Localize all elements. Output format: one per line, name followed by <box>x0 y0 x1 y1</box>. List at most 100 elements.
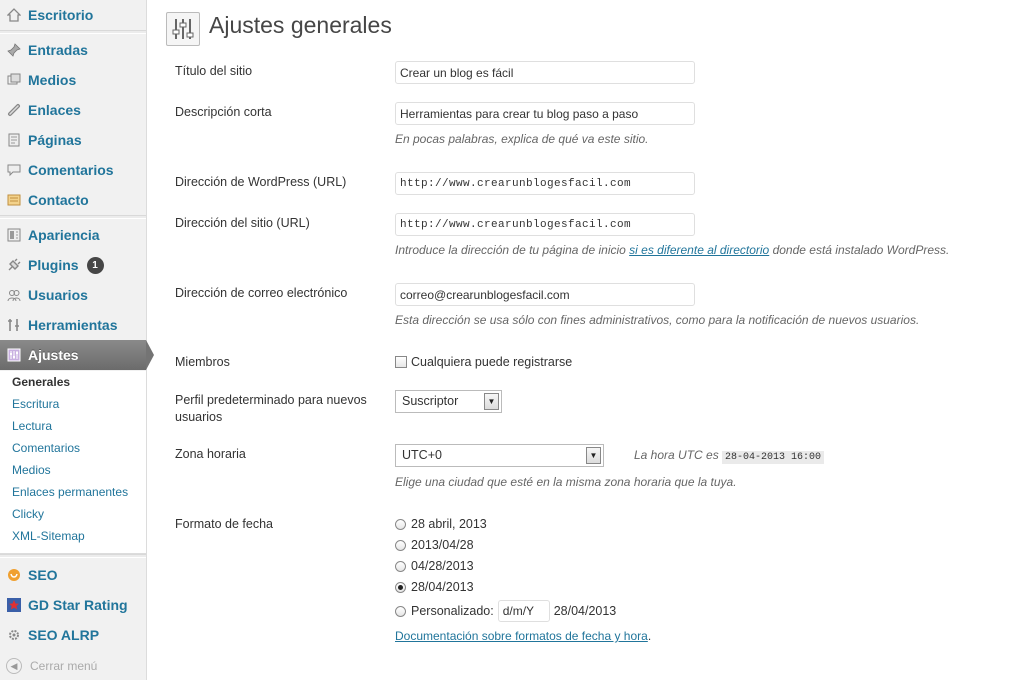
site-url-desc-text: Introduce la dirección de tu página de i… <box>395 243 630 257</box>
date-format-option-1[interactable]: 28 abril, 2013 <box>395 517 487 531</box>
anyone-can-register-checkbox[interactable] <box>395 356 407 368</box>
menu-label: Herramientas <box>28 317 118 333</box>
submenu-clicky[interactable]: Clicky <box>0 503 146 525</box>
anyone-can-register-label: Cualquiera puede registrarse <box>411 355 573 369</box>
tagline-input[interactable] <box>395 102 695 125</box>
custom-format-preview: 28/04/2013 <box>553 604 617 618</box>
seo-icon <box>6 567 22 583</box>
star-icon <box>6 597 22 613</box>
radio-button[interactable] <box>395 605 406 617</box>
menu-item-paginas[interactable]: Páginas <box>0 125 146 155</box>
menu-label: SEO <box>28 567 58 583</box>
menu-item-herramientas[interactable]: Herramientas <box>0 310 146 340</box>
default-role-value: Suscriptor <box>402 394 459 408</box>
date-format-option-label: 28/04/2013 <box>411 580 474 594</box>
menu-label: Escritorio <box>28 7 94 23</box>
date-format-option-3[interactable]: 04/28/2013 <box>395 559 474 573</box>
submenu-comentarios[interactable]: Comentarios <box>0 437 146 459</box>
menu-separator <box>0 215 146 219</box>
menu-item-enlaces[interactable]: Enlaces <box>0 95 146 125</box>
radio-button[interactable] <box>395 539 406 551</box>
site-url-input[interactable] <box>395 213 695 236</box>
gear-icon <box>6 627 22 643</box>
utc-time-label: La hora UTC es <box>634 448 719 462</box>
menu-item-seo[interactable]: SEO <box>0 560 146 590</box>
submenu-escritura[interactable]: Escritura <box>0 393 146 415</box>
menu-label: Usuarios <box>28 287 88 303</box>
menu-item-gd-star-rating[interactable]: GD Star Rating <box>0 590 146 620</box>
date-format-custom-row[interactable]: Personalizado: 28/04/2013 <box>395 600 616 622</box>
site-url-description: Introduce la dirección de tu página de i… <box>395 243 949 257</box>
menu-item-usuarios[interactable]: Usuarios <box>0 280 146 310</box>
membership-label: Miembros <box>175 355 230 369</box>
radio-button[interactable] <box>395 518 406 530</box>
menu-label: GD Star Rating <box>28 597 128 613</box>
pin-icon <box>6 42 22 58</box>
menu-item-contacto[interactable]: Contacto <box>0 185 146 215</box>
date-format-doc-link[interactable]: Documentación sobre formatos de fecha y … <box>395 629 648 643</box>
menu-item-ajustes[interactable]: Ajustes <box>0 340 154 370</box>
custom-format-label: Personalizado: <box>411 604 494 618</box>
settings-page-icon <box>166 12 200 46</box>
membership-checkbox-row[interactable]: Cualquiera puede registrarse <box>395 355 572 369</box>
menu-label: Ajustes <box>28 347 79 363</box>
radio-button-selected[interactable] <box>395 581 406 593</box>
site-url-doc-link[interactable]: si es diferente al directorio <box>629 243 769 257</box>
menu-label: Páginas <box>28 132 82 148</box>
wordpress-url-label: Dirección de WordPress (URL) <box>175 175 347 189</box>
collapse-arrow-icon: ◀ <box>6 658 22 674</box>
submenu-xml-sitemap[interactable]: XML-Sitemap <box>0 525 146 547</box>
date-format-option-4[interactable]: 28/04/2013 <box>395 580 474 594</box>
default-role-select[interactable]: Suscriptor ▼ <box>395 390 502 413</box>
menu-item-comentarios[interactable]: Comentarios <box>0 155 146 185</box>
tagline-label: Descripción corta <box>175 105 272 119</box>
menu-item-seo-alrp[interactable]: SEO ALRP <box>0 620 146 650</box>
appearance-icon <box>6 227 22 243</box>
date-format-option-2[interactable]: 2013/04/28 <box>395 538 474 552</box>
menu-label: Entradas <box>28 42 88 58</box>
utc-time-display: La hora UTC es 28-04-2013 16:00 <box>634 448 825 464</box>
submenu-enlaces-permanentes[interactable]: Enlaces permanentes <box>0 481 146 503</box>
site-url-desc-text-end: donde está instalado WordPress. <box>769 243 950 257</box>
custom-date-format-input[interactable] <box>497 600 550 622</box>
site-url-label: Dirección del sitio (URL) <box>175 216 310 230</box>
comment-icon <box>6 162 22 178</box>
wordpress-url-input[interactable] <box>395 172 695 195</box>
menu-item-medios[interactable]: Medios <box>0 65 146 95</box>
menu-item-apariencia[interactable]: Apariencia <box>0 220 146 250</box>
plugin-update-count-badge: 1 <box>86 256 104 274</box>
dropdown-arrow-icon: ▼ <box>586 447 601 464</box>
date-format-option-label: 2013/04/28 <box>411 538 474 552</box>
menu-item-escritorio[interactable]: Escritorio <box>0 0 146 30</box>
submenu-medios[interactable]: Medios <box>0 459 146 481</box>
settings-icon <box>6 347 22 363</box>
timezone-description: Elige una ciudad que esté en la misma zo… <box>395 475 737 489</box>
menu-label: Contacto <box>28 192 89 208</box>
date-format-option-label: 28 abril, 2013 <box>411 517 487 531</box>
radio-button[interactable] <box>395 560 406 572</box>
collapse-menu-button[interactable]: ◀ Cerrar menú <box>6 658 97 674</box>
submenu-lectura[interactable]: Lectura <box>0 415 146 437</box>
menu-label: Enlaces <box>28 102 81 118</box>
ajustes-submenu: Generales Escritura Lectura Comentarios … <box>0 371 146 554</box>
submenu-generales[interactable]: Generales <box>0 371 146 393</box>
main-content: Ajustes generales Título del sitio Descr… <box>166 0 1006 680</box>
date-format-option-label: 04/28/2013 <box>411 559 474 573</box>
date-format-label: Formato de fecha <box>175 517 273 531</box>
site-title-input[interactable] <box>395 61 695 84</box>
doc-link-period: . <box>647 629 652 643</box>
timezone-label: Zona horaria <box>175 447 246 461</box>
timezone-select[interactable]: UTC+0 ▼ <box>395 444 604 467</box>
menu-label: Apariencia <box>28 227 100 243</box>
menu-item-plugins[interactable]: Plugins 1 <box>0 250 146 280</box>
media-icon <box>6 72 22 88</box>
admin-sidebar: Escritorio Entradas Medios Enlaces Págin… <box>0 0 154 680</box>
menu-label: Plugins <box>28 257 79 273</box>
menu-separator <box>0 30 146 34</box>
menu-item-entradas[interactable]: Entradas <box>0 35 146 65</box>
home-icon <box>6 7 22 23</box>
page-title: Ajustes generales <box>209 12 392 38</box>
timezone-value: UTC+0 <box>402 448 442 462</box>
email-label: Dirección de correo electrónico <box>175 286 348 300</box>
email-input[interactable] <box>395 283 695 306</box>
